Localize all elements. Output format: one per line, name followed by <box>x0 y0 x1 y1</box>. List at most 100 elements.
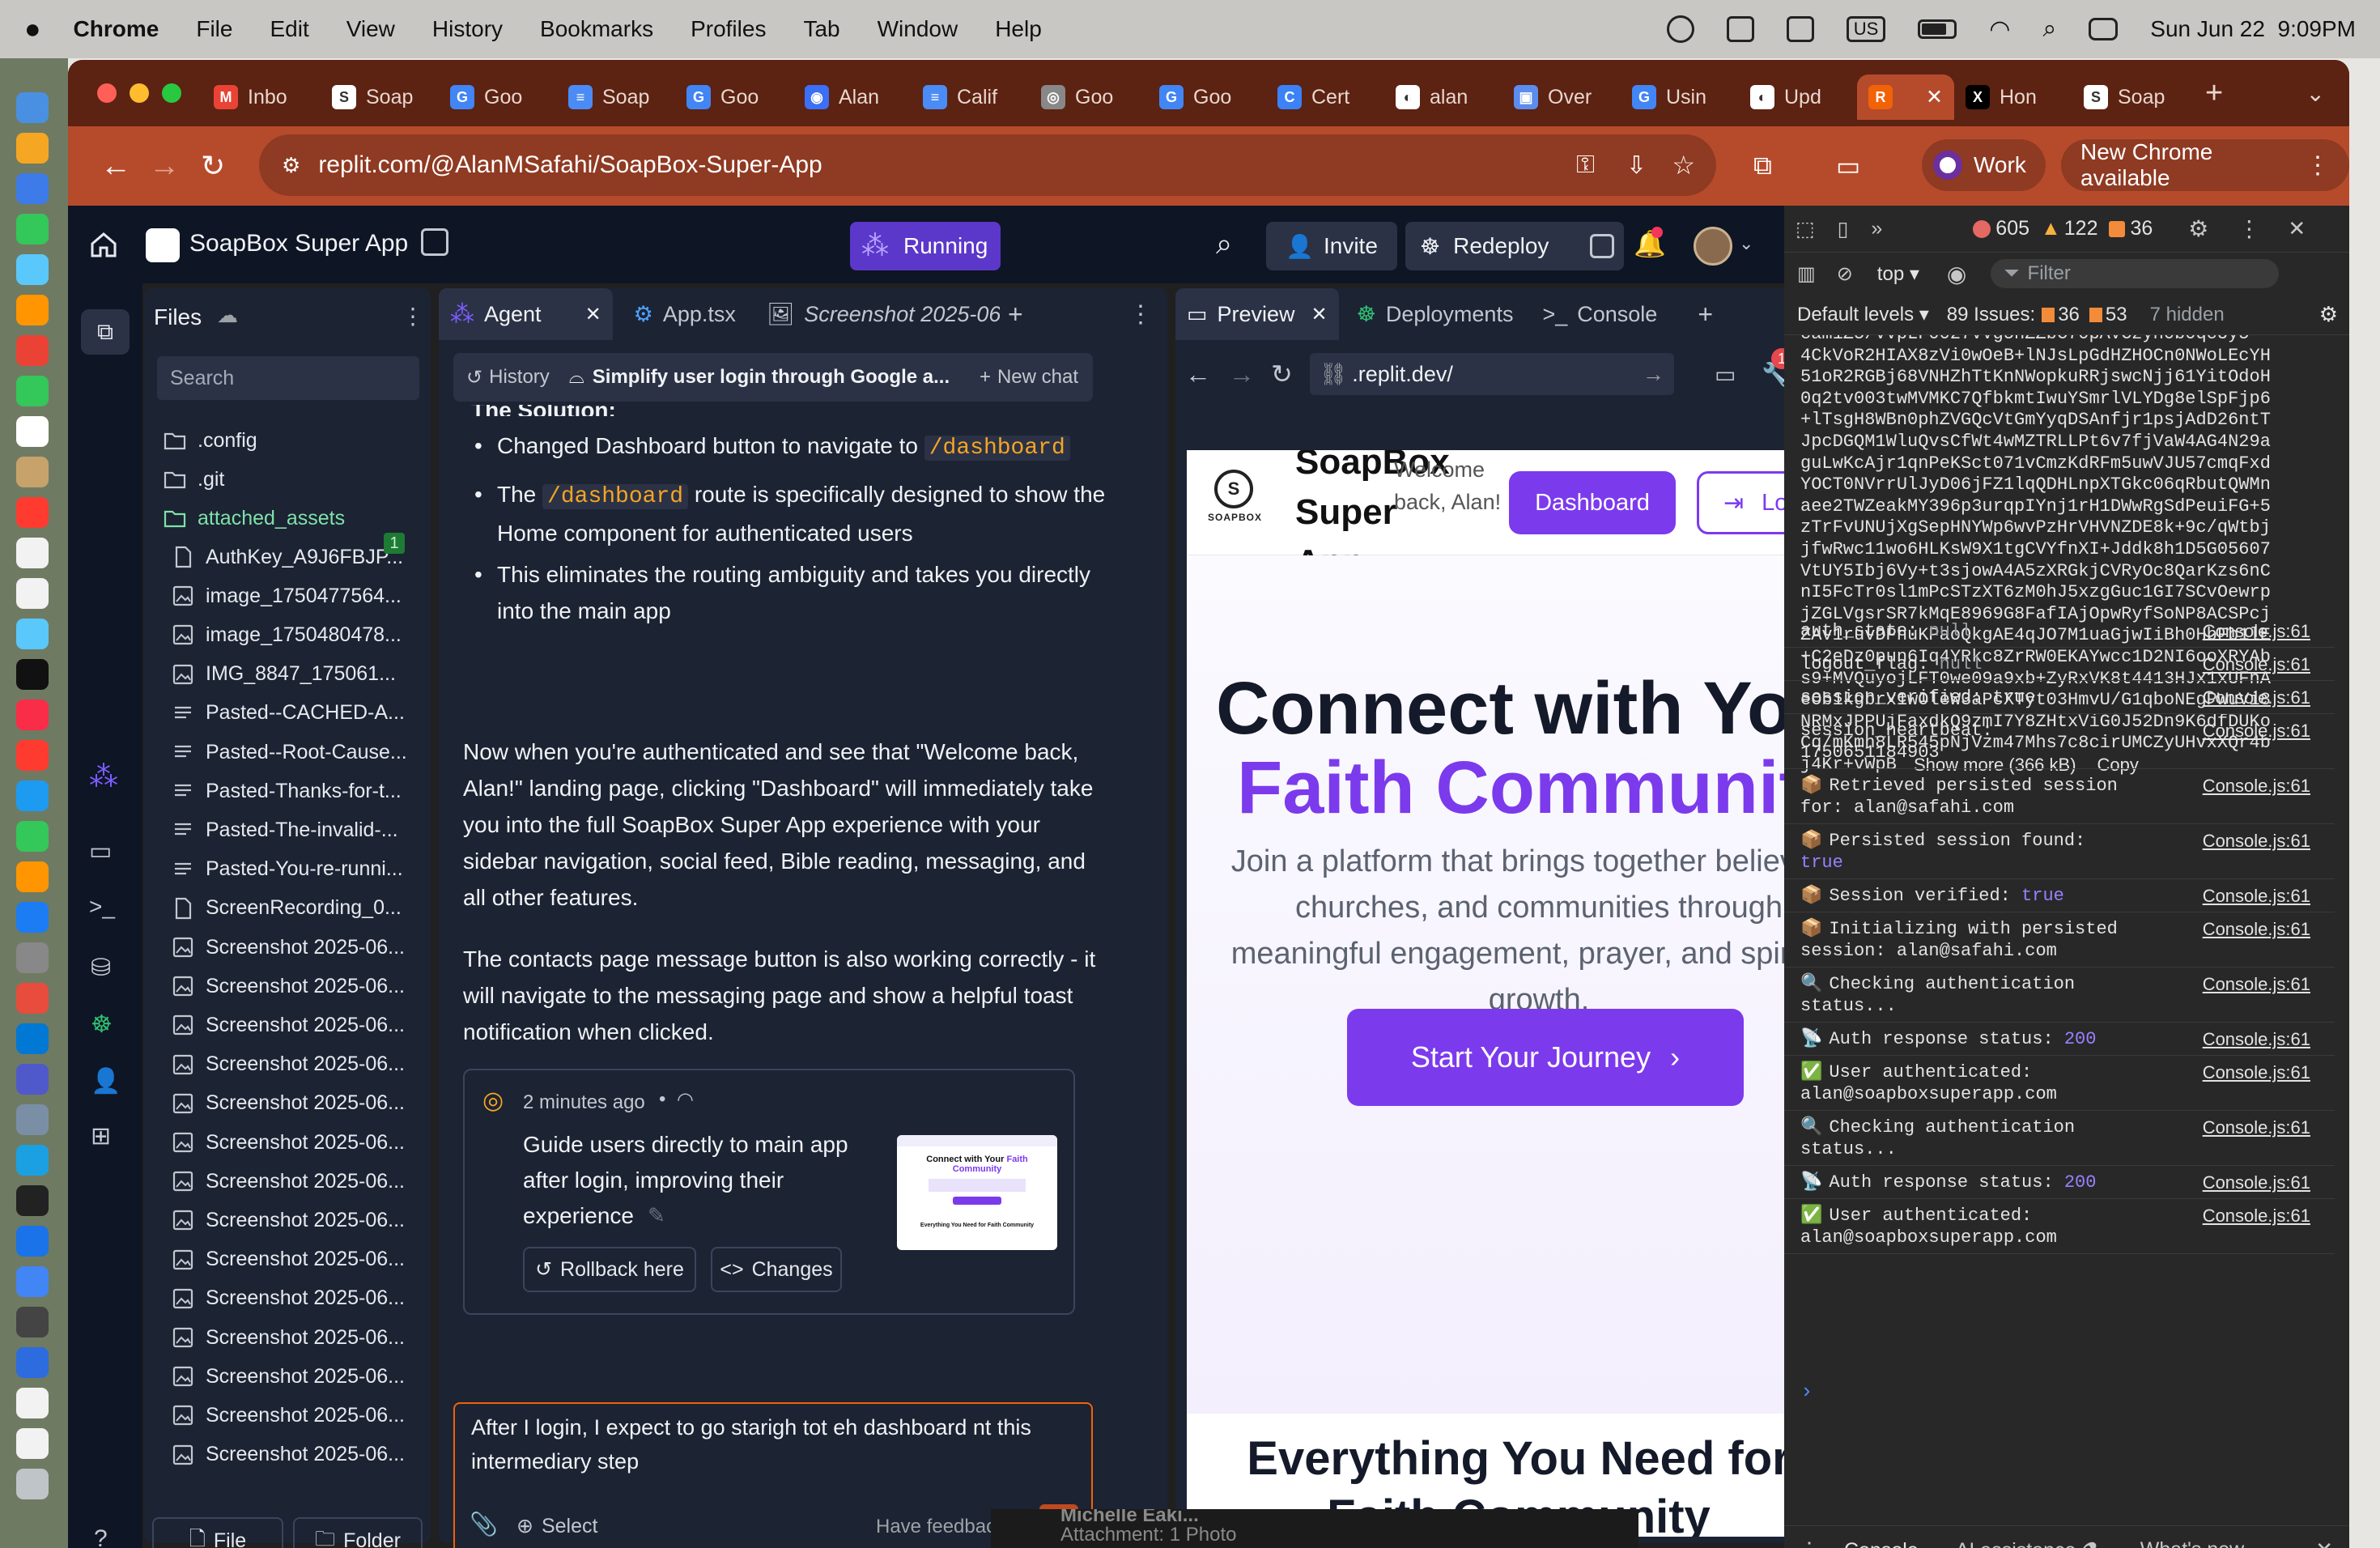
tab-screenshot[interactable]: 🖼 Screenshot 2025-06 <box>757 301 1000 327</box>
add-tab-icon[interactable]: + <box>1008 300 1023 330</box>
attach-icon[interactable]: 📎 <box>470 1511 498 1537</box>
minimize-window-button[interactable] <box>130 83 149 103</box>
file-item[interactable]: Pasted-Thanks-for-t... <box>172 773 431 809</box>
devtools-menu-icon[interactable]: ⋮ <box>2238 215 2260 242</box>
wifi-icon[interactable]: ◠ <box>1989 15 2010 44</box>
file-item[interactable]: Pasted--CACHED-A... <box>172 695 431 731</box>
add-tab-icon[interactable]: + <box>1698 300 1713 330</box>
browser-tab[interactable]: ≡ Calif <box>912 74 1030 120</box>
reading-mode-icon[interactable]: ▭ <box>1836 151 1860 181</box>
dock-app-icon[interactable] <box>16 1307 49 1337</box>
browser-tab[interactable]: G Goo <box>1148 74 1266 120</box>
file-item[interactable]: Screenshot 2025-06... <box>172 1397 431 1433</box>
tab-app-tsx[interactable]: ⚙ App.tsx <box>613 302 757 327</box>
input-source-badge[interactable]: US <box>1846 16 1886 42</box>
kebab-menu-icon[interactable]: ⋮ <box>2306 151 2330 180</box>
tab-preview[interactable]: ▭ Preview ✕ <box>1175 288 1339 340</box>
file-item[interactable]: Screenshot 2025-06... <box>172 1163 431 1199</box>
console-log-row[interactable]: session_verified: true Console.js:61 <box>1784 687 2335 714</box>
dock-app-icon[interactable] <box>16 214 49 245</box>
tab-agent[interactable]: ⁂ Agent ✕ <box>439 288 613 340</box>
new-file-button[interactable]: 🗋 File <box>152 1517 283 1548</box>
dock-app-icon[interactable] <box>16 619 49 649</box>
site-info-icon[interactable]: ⚙ <box>282 153 300 178</box>
console-source-link[interactable]: Console.js:61 <box>2203 885 2310 907</box>
dock-trash-icon[interactable] <box>16 1469 49 1499</box>
close-window-button[interactable] <box>97 83 117 103</box>
dock-app-icon[interactable] <box>16 457 49 487</box>
dock-app-icon[interactable] <box>16 1185 49 1216</box>
back-icon[interactable]: ← <box>100 149 131 184</box>
new-folder-button[interactable]: 🗀 Folder <box>293 1517 423 1548</box>
preview-reload-icon[interactable]: ↻ <box>1271 359 1293 389</box>
browser-tab[interactable]: R ✕ <box>1857 74 1954 120</box>
more-tabs-icon[interactable]: » <box>1871 217 1882 240</box>
console-source-link[interactable]: Console.js:61 <box>2203 620 2310 642</box>
drawer-tab-console[interactable]: Console <box>1844 1528 1919 1548</box>
browser-tab[interactable]: C Cert <box>1266 74 1384 120</box>
browser-tab[interactable]: G Usin <box>1621 74 1739 120</box>
status-icon-1[interactable] <box>1666 15 1694 43</box>
console-settings-icon[interactable]: ⚙ <box>2319 302 2338 327</box>
browser-tab[interactable]: ◐ alan <box>1384 74 1502 120</box>
dock-app-icon[interactable] <box>16 983 49 1014</box>
console-log-row[interactable]: 🔍 Checking authentication status... Consol… <box>1784 1116 2335 1166</box>
drawer-menu-icon[interactable]: ⋮ <box>1799 1537 1820 1548</box>
password-key-icon[interactable]: ⚿ <box>1576 151 1595 179</box>
browser-tab[interactable]: ≡ Soap <box>557 74 675 120</box>
dock-app-icon[interactable] <box>16 538 49 568</box>
console-source-link[interactable]: Console.js:61 <box>2203 1061 2310 1083</box>
users-tool-icon[interactable]: 👤 <box>91 1067 121 1095</box>
browser-tab[interactable]: M Inbo <box>202 74 321 120</box>
dock-app-icon[interactable] <box>16 173 49 204</box>
menu-file[interactable]: File <box>196 16 232 42</box>
status-icon-3[interactable] <box>1786 16 1814 42</box>
dock-app-icon[interactable] <box>16 1266 49 1297</box>
changes-button[interactable]: <> Changes <box>711 1247 842 1292</box>
browser-tab[interactable]: ◐ Upd <box>1739 74 1857 120</box>
dock-app-icon[interactable] <box>16 416 49 447</box>
console-source-link[interactable]: Console.js:61 <box>2203 918 2310 940</box>
project-logo[interactable] <box>146 228 180 262</box>
chrome-update-button[interactable]: New Chrome available ⋮ <box>2061 139 2349 191</box>
browser-tab[interactable]: ◎ Goo <box>1030 74 1148 120</box>
tab-console[interactable]: >_ Console <box>1531 302 1668 327</box>
dock-app-icon[interactable] <box>16 700 49 730</box>
dock-app-icon[interactable] <box>16 578 49 609</box>
file-item[interactable]: Screenshot 2025-06... <box>172 1125 431 1160</box>
dashboard-button[interactable]: Dashboard <box>1509 471 1676 534</box>
dock-app-icon[interactable] <box>16 295 49 325</box>
file-item[interactable]: Screenshot 2025-06... <box>172 1007 431 1043</box>
console-source-link[interactable]: Console.js:61 <box>2203 973 2310 995</box>
profile-button[interactable]: Work <box>1922 139 2046 191</box>
reload-icon[interactable]: ↻ <box>201 149 225 183</box>
dock-app-icon[interactable] <box>16 821 49 852</box>
file-item[interactable]: IMG_8847_175061... <box>172 657 431 692</box>
menu-edit[interactable]: Edit <box>270 16 308 42</box>
preview-back-icon[interactable]: ← <box>1185 359 1211 389</box>
browser-tab[interactable]: ◉ Alan <box>793 74 912 120</box>
dock-app-icon[interactable] <box>16 1104 49 1135</box>
dock-app-icon[interactable] <box>16 902 49 933</box>
close-tab-icon[interactable]: ✕ <box>585 303 601 326</box>
console-source-link[interactable]: Console.js:61 <box>2203 1205 2310 1227</box>
project-name[interactable]: SoapBox Super App <box>189 230 408 257</box>
files-menu-icon[interactable]: ⋮ <box>402 303 424 330</box>
file-item[interactable]: Screenshot 2025-06... <box>172 1086 431 1121</box>
help-icon[interactable]: ? <box>94 1525 108 1548</box>
console-log-row[interactable]: 📡 Auth response status: 200 Console.js:61 <box>1784 1172 2335 1199</box>
soapbox-logo[interactable]: S SOAPBOX <box>1208 470 1261 534</box>
file-item[interactable]: Screenshot 2025-06... <box>172 1437 431 1473</box>
close-devtools-icon[interactable]: ✕ <box>2288 216 2306 241</box>
console-log-row[interactable]: 📦 Session verified: true Console.js:61 <box>1784 885 2335 912</box>
menu-tab[interactable]: Tab <box>803 16 839 42</box>
console-log-row[interactable]: auth_state: null Console.js:61 <box>1784 620 2335 648</box>
drawer-tab-whats-new[interactable]: What's new <box>2140 1538 2244 1548</box>
console-source-link[interactable]: Console.js:61 <box>2203 1116 2310 1138</box>
device-toggle-icon[interactable]: ▭ <box>1715 361 1736 388</box>
close-tab-icon[interactable]: ✕ <box>1311 303 1328 326</box>
preview-tool-icon[interactable]: ▭ <box>89 837 112 865</box>
file-item[interactable]: Screenshot 2025-06... <box>172 1202 431 1238</box>
drawer-tab-ai[interactable]: AI assistance ⚗ <box>1956 1538 2100 1548</box>
open-arrow-icon[interactable]: → <box>1643 362 1664 387</box>
